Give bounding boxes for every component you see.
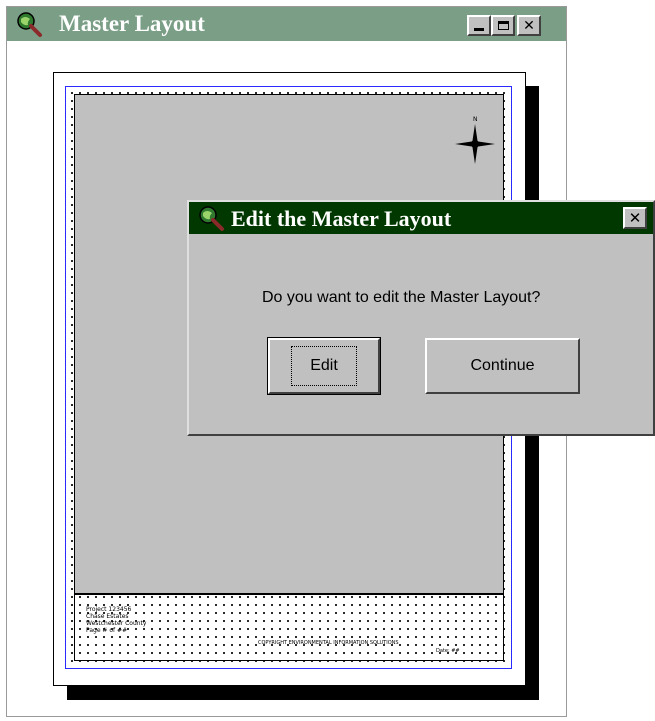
project-number: Project 123456 <box>86 606 132 613</box>
north-arrow-icon: N <box>455 116 495 164</box>
edit-button-label: Edit <box>291 346 357 386</box>
minimize-icon <box>474 28 484 31</box>
dialog-title: Edit the Master Layout <box>231 206 452 231</box>
page-number: Page # of ## <box>86 627 128 634</box>
copyright-text: COPYRIGHT ENVIRONMENTAL INFORMATION SOLU… <box>258 640 399 646</box>
edit-master-layout-dialog: Edit the Master Layout ✕ Do you want to … <box>187 200 655 436</box>
project-name: Chase Estates <box>86 613 129 620</box>
maximize-button[interactable] <box>491 15 515 36</box>
project-county: Westchester County <box>86 620 147 627</box>
continue-button-label: Continue <box>470 357 535 374</box>
main-title-bar[interactable]: Master Layout ✕ <box>7 7 566 41</box>
dialog-message: Do you want to edit the Master Layout? <box>262 289 541 306</box>
window-title: Master Layout <box>59 11 205 36</box>
north-label: N <box>473 116 478 123</box>
continue-button[interactable]: Continue <box>425 338 580 394</box>
maximize-icon <box>497 21 509 30</box>
close-icon: ✕ <box>628 209 642 227</box>
minimize-button[interactable] <box>467 15 491 36</box>
globe-magnifier-icon <box>17 12 42 37</box>
close-button[interactable]: ✕ <box>517 15 541 36</box>
title-block-project-info: Project 123456 Chase Estates Westchester… <box>86 606 146 634</box>
close-icon: ✕ <box>523 17 535 34</box>
edit-button[interactable]: Edit <box>267 337 381 395</box>
date-text: Date: ## <box>436 648 460 654</box>
globe-magnifier-icon <box>199 206 224 231</box>
dialog-close-button[interactable]: ✕ <box>623 207 647 229</box>
dialog-title-bar[interactable]: Edit the Master Layout ✕ <box>189 202 653 234</box>
